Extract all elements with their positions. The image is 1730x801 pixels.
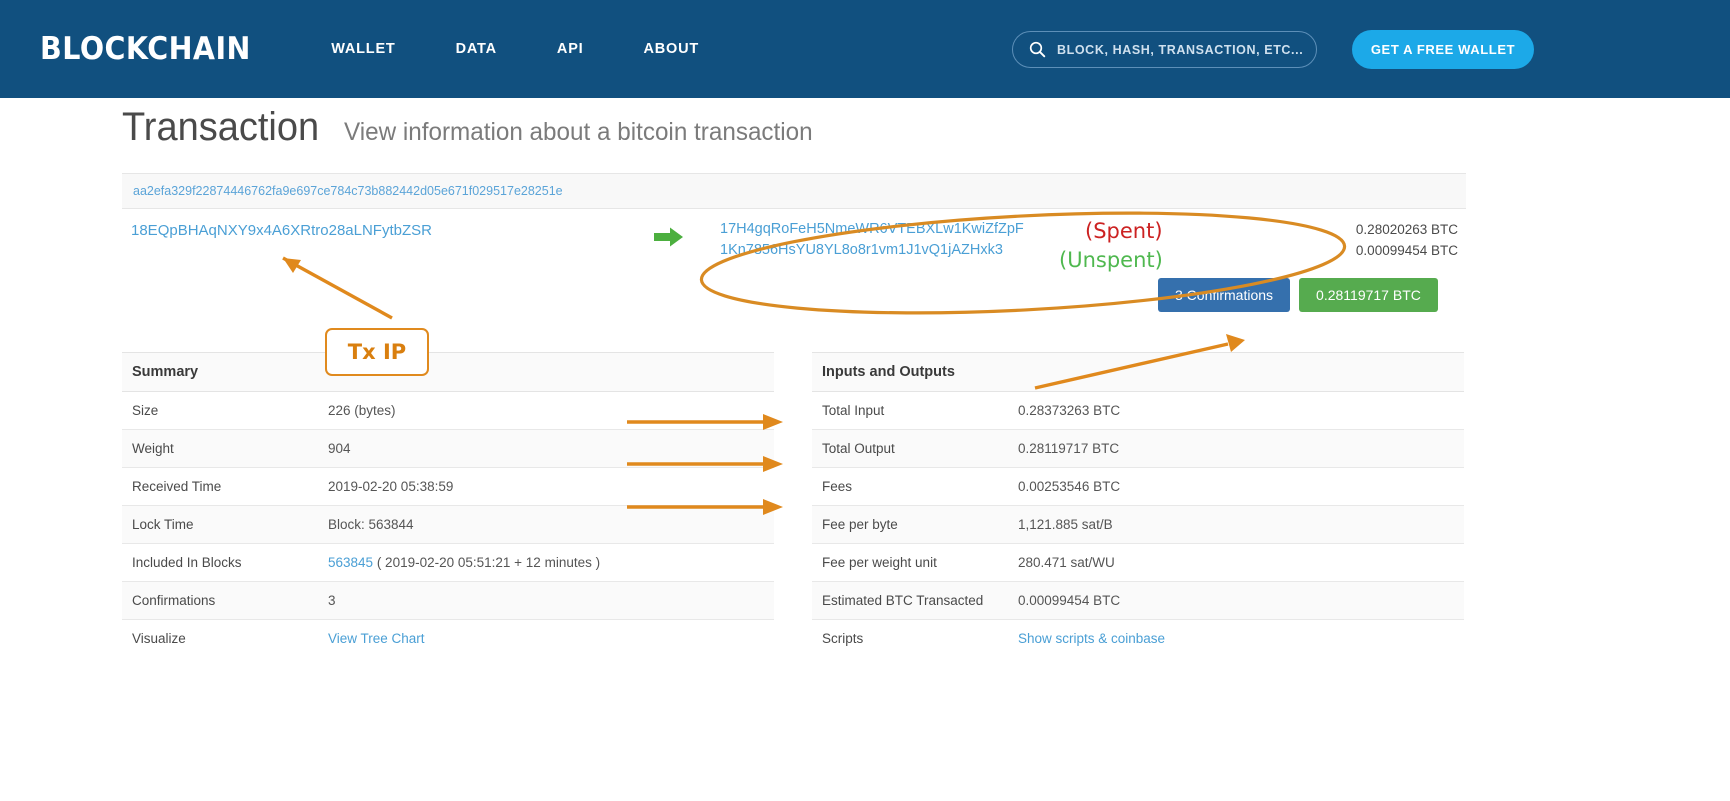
annotation-unspent-label: (Unspent)	[1059, 248, 1163, 272]
nav-item-data[interactable]: DATA	[456, 41, 497, 57]
row-label: Fee per byte	[812, 505, 1008, 544]
inputs-outputs-table-header: Inputs and Outputs	[812, 352, 1464, 392]
site-header: BLOCKCHAIN WALLET DATA API ABOUT BLOCK, …	[0, 0, 1730, 98]
search-icon	[1029, 41, 1046, 58]
row-label: Estimated BTC Transacted	[812, 581, 1008, 620]
output-amount-2: 0.00099454 BTC	[1355, 243, 1458, 258]
transaction-hash-link[interactable]: aa2efa329f22874446762fa9e697ce784c73b882…	[133, 184, 563, 198]
transaction-badges: 3 Confirmations 0.28119717 BTC	[1158, 278, 1438, 312]
table-row: Estimated BTC Transacted 0.00099454 BTC	[812, 581, 1464, 620]
included-in-block-link[interactable]: 563845	[328, 555, 373, 570]
row-value: 0.28373263 BTC	[1008, 391, 1464, 430]
output-address-list: 17H4gqRoFeH5NmeWR6VTEBXLw1KwiZfZpF 1Kn78…	[720, 221, 1024, 258]
confirmations-badge[interactable]: 3 Confirmations	[1158, 278, 1291, 312]
row-label: Lock Time	[122, 505, 318, 544]
row-value: 0.00099454 BTC	[1008, 581, 1464, 620]
table-row: Fee per byte 1,121.885 sat/B	[812, 505, 1464, 544]
annotation-spent-label: (Spent)	[1085, 219, 1163, 243]
row-label: Fee per weight unit	[812, 543, 1008, 582]
row-value: Block: 563844	[318, 505, 774, 544]
row-value: View Tree Chart	[318, 620, 774, 658]
show-scripts-link[interactable]: Show scripts & coinbase	[1018, 631, 1165, 646]
row-value: 226 (bytes)	[318, 391, 774, 430]
table-row: Included In Blocks 563845 ( 2019-02-20 0…	[122, 543, 774, 582]
page-title: Transaction View information about a bit…	[122, 105, 827, 150]
table-row: Received Time 2019-02-20 05:38:59	[122, 467, 774, 506]
annotation-arrow-badge-head	[1226, 334, 1245, 352]
row-label: Visualize	[132, 631, 186, 646]
row-label: Included In Blocks	[122, 543, 318, 582]
table-row: Visualize View Tree Chart	[122, 620, 774, 658]
search-input[interactable]: BLOCK, HASH, TRANSACTION, ETC...	[1012, 31, 1317, 68]
brand-logo[interactable]: BLOCKCHAIN	[40, 31, 251, 67]
get-free-wallet-button[interactable]: GET A FREE WALLET	[1352, 30, 1534, 69]
table-row: Size 226 (bytes)	[122, 391, 774, 430]
transaction-io-row: 18EQpBHAqNXY9x4A6XRtro28aLNFytbZSR 17H4g…	[122, 209, 1466, 271]
row-value: 904	[318, 429, 774, 468]
main-nav: WALLET DATA API ABOUT	[331, 41, 699, 57]
table-row: Weight 904	[122, 429, 774, 468]
annotation-txip-box: Tx IP	[325, 328, 429, 376]
search-placeholder: BLOCK, HASH, TRANSACTION, ETC...	[1057, 42, 1304, 57]
table-row: Total Output 0.28119717 BTC	[812, 429, 1464, 468]
row-value: 280.471 sat/WU	[1008, 543, 1464, 582]
table-row: Scripts Show scripts & coinbase	[812, 620, 1464, 658]
row-value: 563845 ( 2019-02-20 05:51:21 + 12 minute…	[318, 543, 774, 582]
output-amount-1: 0.28020263 BTC	[1355, 222, 1458, 237]
output-address-link-1[interactable]: 17H4gqRoFeH5NmeWR6VTEBXLw1KwiZfZpF	[720, 221, 1024, 237]
nav-item-about[interactable]: ABOUT	[644, 41, 700, 57]
transaction-hash-bar: aa2efa329f22874446762fa9e697ce784c73b882…	[122, 173, 1466, 209]
output-address-link-2[interactable]: 1Kn7856HsYU8YL8o8r1vm1J1vQ1jAZHxk3	[720, 242, 1024, 258]
table-row: Fees 0.00253546 BTC	[812, 467, 1464, 506]
input-address-link[interactable]: 18EQpBHAqNXY9x4A6XRtro28aLNFytbZSR	[131, 222, 432, 239]
row-value: 1,121.885 sat/B	[1008, 505, 1464, 544]
row-label: Weight	[122, 429, 318, 468]
row-label: Scripts	[822, 631, 864, 646]
table-row: Lock Time Block: 563844	[122, 505, 774, 544]
row-value: 2019-02-20 05:38:59	[318, 467, 774, 506]
row-value: 0.28119717 BTC	[1008, 429, 1464, 468]
total-btc-badge[interactable]: 0.28119717 BTC	[1299, 278, 1438, 312]
row-label: Fees	[812, 467, 1008, 506]
summary-table: Summary Size 226 (bytes) Weight 904 Rece…	[122, 352, 774, 657]
row-label: Size	[122, 391, 318, 430]
row-label: Received Time	[122, 467, 318, 506]
row-label: Confirmations	[122, 581, 318, 620]
inputs-outputs-table: Inputs and Outputs Total Input 0.2837326…	[812, 352, 1464, 657]
table-row: Confirmations 3	[122, 581, 774, 620]
nav-item-wallet[interactable]: WALLET	[331, 41, 395, 57]
summary-table-header: Summary	[122, 352, 774, 392]
page-title-subtitle: View information about a bitcoin transac…	[343, 118, 813, 146]
row-label: Total Input	[812, 391, 1008, 430]
green-right-arrow-icon	[654, 227, 683, 247]
row-value: 3	[318, 581, 774, 620]
table-row: Fee per weight unit 280.471 sat/WU	[812, 543, 1464, 582]
row-value: Show scripts & coinbase	[1008, 620, 1464, 658]
included-in-block-time: ( 2019-02-20 05:51:21 + 12 minutes )	[373, 555, 601, 570]
output-amount-list: 0.28020263 BTC 0.00099454 BTC	[1356, 222, 1458, 258]
table-row: Total Input 0.28373263 BTC	[812, 391, 1464, 430]
nav-item-api[interactable]: API	[557, 41, 584, 57]
row-value: 0.00253546 BTC	[1008, 467, 1464, 506]
row-label: Total Output	[812, 429, 1008, 468]
page-title-main: Transaction	[122, 105, 320, 149]
view-tree-chart-link[interactable]: View Tree Chart	[328, 631, 425, 646]
